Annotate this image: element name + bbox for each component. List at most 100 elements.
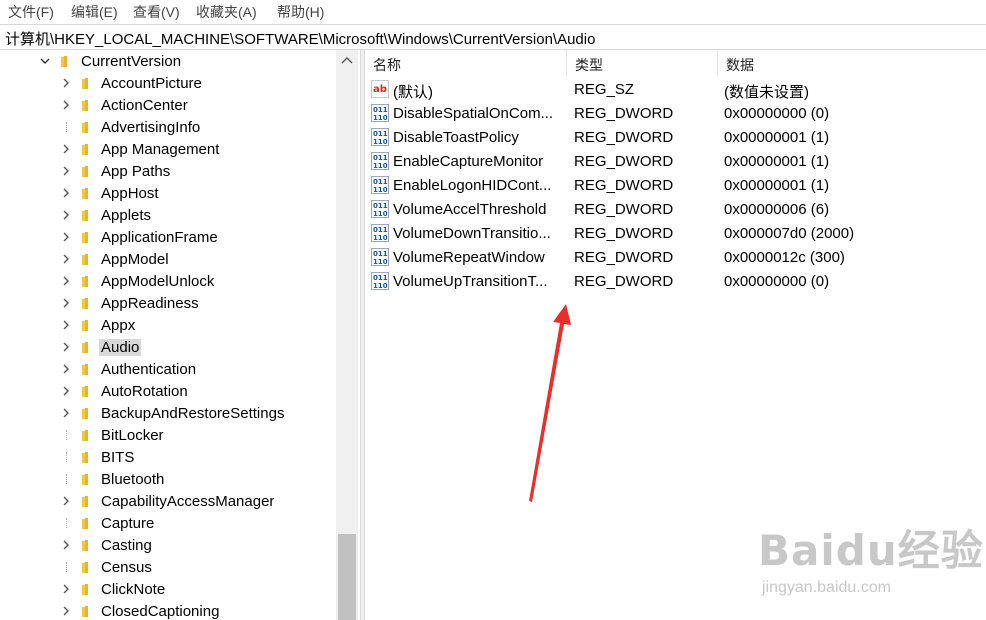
folder-icon xyxy=(82,342,88,353)
value-row[interactable]: 011 110 VolumeDownTransitio... REG_DWORD 0x0… xyxy=(365,221,986,245)
value-type: REG_DWORD xyxy=(574,177,674,194)
chevron-up-icon[interactable] xyxy=(341,56,353,64)
chevron-right-icon[interactable] xyxy=(61,298,71,308)
chevron-right-icon[interactable] xyxy=(61,78,71,88)
tree-item[interactable]: App Paths xyxy=(0,160,336,182)
tree-item[interactable]: ApplicationFrame xyxy=(0,226,336,248)
chevron-right-icon[interactable] xyxy=(61,254,71,264)
tree-item[interactable]: BitLocker xyxy=(0,424,336,446)
folder-icon xyxy=(82,122,88,133)
svg-text:011: 011 xyxy=(373,202,388,210)
menu-file[interactable]: 文件(F) xyxy=(8,2,54,22)
chevron-right-icon[interactable] xyxy=(61,276,71,286)
tree-item[interactable]: App Management xyxy=(0,138,336,160)
chevron-right-icon[interactable] xyxy=(61,496,71,506)
value-row[interactable]: 011 110 EnableCaptureMonitor REG_DWORD 0x000… xyxy=(365,149,986,173)
address-path[interactable]: 计算机\HKEY_LOCAL_MACHINE\SOFTWARE\Microsof… xyxy=(5,28,595,49)
svg-text:110: 110 xyxy=(373,138,388,146)
tree-item[interactable]: AppModel xyxy=(0,248,336,270)
tree-item[interactable]: Authentication xyxy=(0,358,336,380)
value-row[interactable]: 011 110 DisableSpatialOnCom... REG_DWORD 0x0… xyxy=(365,101,986,125)
value-data: 0x0000012c (300) xyxy=(724,249,845,266)
value-row[interactable]: 011 110 EnableLogonHIDCont... REG_DWORD 0x00… xyxy=(365,173,986,197)
tree-item[interactable]: Applets xyxy=(0,204,336,226)
menu-view[interactable]: 查看(V) xyxy=(133,2,180,22)
chevron-right-icon[interactable] xyxy=(61,100,71,110)
tree-item-label: AdvertisingInfo xyxy=(101,119,201,136)
chevron-right-icon[interactable] xyxy=(61,606,71,616)
column-header-name[interactable]: 名称 xyxy=(365,50,566,76)
tree-item[interactable]: Casting xyxy=(0,534,336,556)
tree-item[interactable]: ClickNote xyxy=(0,578,336,600)
tree-line xyxy=(66,122,68,132)
chevron-right-icon[interactable] xyxy=(61,188,71,198)
tree-item-label: ClosedCaptioning xyxy=(101,603,220,620)
column-header-data[interactable]: 数据 xyxy=(718,50,986,76)
tree-item[interactable]: ClosedCaptioning xyxy=(0,600,336,620)
value-row[interactable]: ab (默认) REG_SZ (数值未设置) xyxy=(365,77,986,101)
folder-icon xyxy=(82,254,88,265)
chevron-right-icon[interactable] xyxy=(61,166,71,176)
value-row[interactable]: 011 110 DisableToastPolicy REG_DWORD 0x00000… xyxy=(365,125,986,149)
tree-item[interactable]: BackupAndRestoreSettings xyxy=(0,402,336,424)
tree-item[interactable]: CapabilityAccessManager xyxy=(0,490,336,512)
tree-item[interactable]: AccountPicture xyxy=(0,72,336,94)
tree-line xyxy=(66,562,68,572)
value-row[interactable]: 011 110 VolumeAccelThreshold REG_DWORD 0x000… xyxy=(365,197,986,221)
chevron-right-icon[interactable] xyxy=(61,210,71,220)
folder-icon xyxy=(82,232,88,243)
tree-item-label: Appx xyxy=(101,317,136,334)
tree-item[interactable]: BITS xyxy=(0,446,336,468)
folder-icon xyxy=(82,364,88,375)
tree-item[interactable]: Census xyxy=(0,556,336,578)
chevron-right-icon[interactable] xyxy=(61,364,71,374)
tree-item[interactable]: ActionCenter xyxy=(0,94,336,116)
tree-item-label: Capture xyxy=(101,515,155,532)
svg-text:110: 110 xyxy=(373,258,388,266)
value-type: REG_DWORD xyxy=(574,225,674,242)
tree-scrollbar[interactable] xyxy=(336,50,358,620)
chevron-right-icon[interactable] xyxy=(61,232,71,242)
svg-text:011: 011 xyxy=(373,178,388,186)
column-header-type[interactable]: 类型 xyxy=(567,50,717,76)
folder-icon xyxy=(82,540,88,551)
tree-item[interactable]: Bluetooth xyxy=(0,468,336,490)
chevron-right-icon[interactable] xyxy=(61,540,71,550)
chevron-right-icon[interactable] xyxy=(61,584,71,594)
value-data: 0x00000001 (1) xyxy=(724,177,830,194)
menu-help[interactable]: 帮助(H) xyxy=(277,2,324,22)
tree-item-currentversion[interactable]: CurrentVersion xyxy=(0,50,336,72)
value-name: DisableToastPolicy xyxy=(393,129,519,146)
folder-icon xyxy=(82,166,88,177)
binary-value-icon: 011110 xyxy=(371,224,389,242)
tree-item[interactable]: Appx xyxy=(0,314,336,336)
value-name: EnableCaptureMonitor xyxy=(393,153,544,170)
folder-icon xyxy=(61,56,67,67)
address-bar[interactable]: 计算机\HKEY_LOCAL_MACHINE\SOFTWARE\Microsof… xyxy=(0,24,986,50)
value-row[interactable]: 011 110 VolumeUpTransitionT... REG_DWORD 0x0… xyxy=(365,269,986,293)
menu-edit[interactable]: 编辑(E) xyxy=(71,2,118,22)
scrollbar-thumb[interactable] xyxy=(338,534,356,620)
tree-item[interactable]: AutoRotation xyxy=(0,380,336,402)
value-type: REG_DWORD xyxy=(574,153,674,170)
value-row[interactable]: 011 110 VolumeRepeatWindow REG_DWORD 0x00000… xyxy=(365,245,986,269)
chevron-right-icon[interactable] xyxy=(61,320,71,330)
value-name: DisableSpatialOnCom... xyxy=(393,105,554,122)
value-type: REG_SZ xyxy=(574,81,635,98)
tree-item[interactable]: AppHost xyxy=(0,182,336,204)
tree-item[interactable]: AdvertisingInfo xyxy=(0,116,336,138)
binary-value-icon: 011110 xyxy=(371,272,389,290)
tree-item[interactable]: AppModelUnlock xyxy=(0,270,336,292)
chevron-right-icon[interactable] xyxy=(61,342,71,352)
menu-favorites[interactable]: 收藏夹(A) xyxy=(196,2,257,22)
tree-item[interactable]: Audio xyxy=(0,336,336,358)
chevron-right-icon[interactable] xyxy=(61,144,71,154)
chevron-right-icon[interactable] xyxy=(61,408,71,418)
tree-item-label: BITS xyxy=(101,449,135,466)
tree-item[interactable]: Capture xyxy=(0,512,336,534)
folder-icon xyxy=(82,276,88,287)
tree-item[interactable]: AppReadiness xyxy=(0,292,336,314)
chevron-right-icon[interactable] xyxy=(61,386,71,396)
folder-icon xyxy=(82,320,88,331)
chevron-down-icon[interactable] xyxy=(40,56,50,66)
